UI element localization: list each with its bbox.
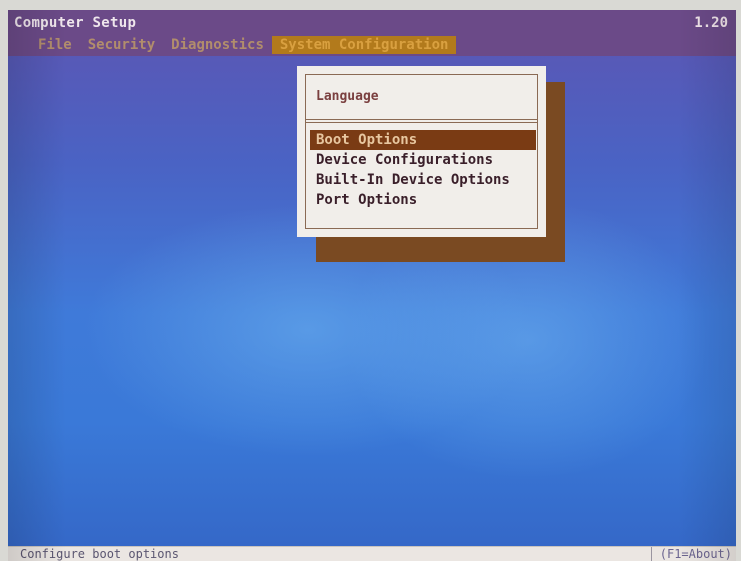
menu-separator [306,119,537,123]
system-configuration-dropdown: Language Boot Options Device Configurati… [297,66,546,237]
menu-file[interactable]: File [30,36,80,54]
menu-bar: File Security Diagnostics System Configu… [30,36,457,54]
version-label: 1.20 [694,15,728,31]
status-text: Configure boot options [20,547,179,561]
menu-diagnostics[interactable]: Diagnostics [163,36,272,54]
menu-security[interactable]: Security [80,36,163,54]
menu-option-language[interactable]: Language [316,89,379,104]
help-hint[interactable]: (F1=About) [650,547,736,561]
bios-screen: Computer Setup 1.20 File Security Diagno… [8,10,736,561]
title-bar: Computer Setup 1.20 File Security Diagno… [8,10,736,56]
menu-option-boot-options[interactable]: Boot Options [310,130,536,150]
dropdown-frame: Language Boot Options Device Configurati… [305,74,538,229]
menu-system-configuration[interactable]: System Configuration [271,36,457,54]
menu-option-built-in-device-options[interactable]: Built-In Device Options [310,170,536,190]
menu-option-port-options[interactable]: Port Options [310,190,536,210]
app-title: Computer Setup [14,15,137,31]
menu-option-device-configurations[interactable]: Device Configurations [310,150,536,170]
status-bar: Configure boot options (F1=About) [8,546,736,561]
